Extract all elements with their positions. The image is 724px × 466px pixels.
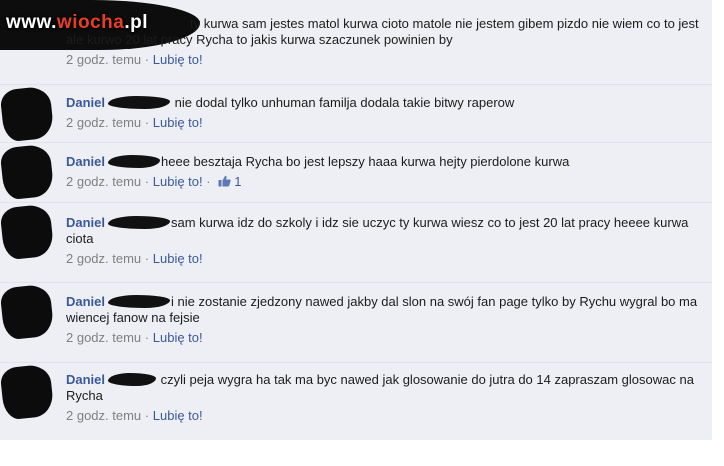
watermark-prefix: www. xyxy=(6,12,57,33)
comment-author[interactable]: Daniel xyxy=(66,95,105,110)
redaction-mark xyxy=(108,216,171,229)
comment-item: Daniel i nie zostanie zjedzony nawed jakb… xyxy=(0,282,712,363)
watermark-suffix: .pl xyxy=(124,12,148,33)
redaction-mark xyxy=(108,96,171,109)
comment-meta: 2 godz. temu · Lubię to! xyxy=(66,115,706,131)
comment-text: czyli peja wygra ha tak ma byc nawed jak… xyxy=(66,372,694,403)
comment-body: Daniel heee besztaja Rycha bo jest lepszy… xyxy=(66,154,706,190)
comment-item: Daniel czyli peja wygra ha tak ma byc na… xyxy=(0,362,712,440)
meta-separator: · xyxy=(144,174,150,189)
like-link[interactable]: Lubię to! xyxy=(153,251,203,266)
comment-author[interactable]: Daniel xyxy=(66,372,105,387)
comment-time[interactable]: 2 godz. temu xyxy=(66,251,141,266)
comment-text: nie dodal tylko unhuman familja dodala t… xyxy=(174,95,515,110)
comment-author[interactable]: Daniel xyxy=(66,154,105,169)
comment-feed: ty kurwa sam jestes matol kurwa cioto ma… xyxy=(0,0,712,440)
like-link[interactable]: Lubię to! xyxy=(153,330,203,345)
comment-body: Daniel nie dodal tylko unhuman familja d… xyxy=(66,95,706,131)
meta-separator: · xyxy=(144,408,150,423)
meta-separator: · xyxy=(144,115,150,130)
comment-author[interactable]: Daniel xyxy=(66,215,105,230)
comment-meta: 2 godz. temu · Lubię to! xyxy=(66,330,706,346)
comment-time[interactable]: 2 godz. temu xyxy=(66,52,141,67)
comment-item: Daniel heee besztaja Rycha bo jest lepszy… xyxy=(0,142,712,203)
avatar[interactable] xyxy=(0,85,55,143)
avatar[interactable] xyxy=(0,283,55,341)
comment-item: Daniel nie dodal tylko unhuman familja d… xyxy=(0,84,712,143)
comment-body: ty kurwa sam jestes matol kurwa cioto ma… xyxy=(66,16,706,68)
comment-meta: 2 godz. temu · Lubię to! · 1 xyxy=(66,174,706,190)
comment-time[interactable]: 2 godz. temu xyxy=(66,330,141,345)
like-link[interactable]: Lubię to! xyxy=(153,52,203,67)
meta-separator: · xyxy=(144,330,150,345)
comment-meta: 2 godz. temu · Lubię to! xyxy=(66,408,706,424)
site-watermark: www.wiocha.pl xyxy=(6,12,148,34)
comment-meta: 2 godz. temu · Lubię to! xyxy=(66,52,706,68)
meta-separator: · xyxy=(144,251,150,266)
comment-item: Daniel sam kurwa idz do szkoly i idz sie … xyxy=(0,202,712,283)
thumbs-up-icon[interactable] xyxy=(218,175,231,187)
comment-meta: 2 godz. temu · Lubię to! xyxy=(66,251,706,267)
redaction-mark xyxy=(108,373,157,386)
like-link[interactable]: Lubię to! xyxy=(153,174,203,189)
watermark-accent: wiocha xyxy=(56,12,125,33)
comment-time[interactable]: 2 godz. temu xyxy=(66,115,141,130)
redaction-mark xyxy=(108,295,171,308)
comment-body: Daniel sam kurwa idz do szkoly i idz sie … xyxy=(66,215,706,267)
comment-author[interactable]: Daniel xyxy=(66,294,105,309)
comment-time[interactable]: 2 godz. temu xyxy=(66,174,141,189)
avatar[interactable] xyxy=(0,363,55,421)
comment-body: Daniel i nie zostanie zjedzony nawed jakb… xyxy=(66,294,706,346)
meta-separator: · xyxy=(206,174,211,189)
comment-body: Daniel czyli peja wygra ha tak ma byc na… xyxy=(66,372,706,424)
like-link[interactable]: Lubię to! xyxy=(153,408,203,423)
comment-text: heee besztaja Rycha bo jest lepszy haaa … xyxy=(161,154,570,169)
redaction-mark xyxy=(108,155,161,168)
comment-time[interactable]: 2 godz. temu xyxy=(66,408,141,423)
comment-text: ty kurwa sam jestes matol kurwa cioto ma… xyxy=(66,16,699,47)
avatar[interactable] xyxy=(0,143,55,201)
meta-separator: · xyxy=(144,52,150,67)
like-count[interactable]: 1 xyxy=(234,174,241,189)
like-link[interactable]: Lubię to! xyxy=(153,115,203,130)
avatar[interactable] xyxy=(0,203,55,261)
